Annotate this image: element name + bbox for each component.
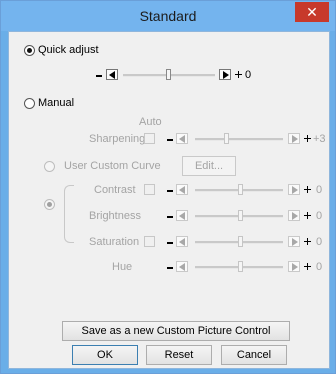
- manual-label: Manual: [38, 97, 75, 109]
- arrow-left-icon: [109, 71, 115, 79]
- arrow-right-icon: [292, 135, 298, 143]
- hue-increase-button[interactable]: [288, 261, 300, 272]
- contrast-decrease-button[interactable]: [176, 184, 188, 195]
- saturation-minus-icon: [167, 242, 173, 244]
- contrast-plus-icon: [304, 186, 311, 193]
- saturation-auto-checkbox[interactable]: [144, 236, 155, 247]
- contrast-minus-icon: [167, 190, 173, 192]
- saturation-label: Saturation: [89, 236, 140, 248]
- reset-button[interactable]: Reset: [146, 345, 212, 365]
- sharpening-decrease-button[interactable]: [176, 133, 188, 144]
- dialog-title: Standard: [139, 8, 197, 24]
- contrast-increase-button[interactable]: [288, 184, 300, 195]
- arrow-right-icon: [292, 186, 298, 194]
- hue-decrease-button[interactable]: [176, 261, 188, 272]
- contrast-auto-checkbox[interactable]: [144, 184, 155, 195]
- parameter-group-brace: [64, 185, 74, 243]
- quick-adjust-label: Quick adjust: [38, 44, 99, 56]
- user-custom-curve-label: User Custom Curve: [64, 160, 161, 172]
- arrow-left-icon: [179, 212, 185, 220]
- brightness-label: Brightness: [89, 210, 141, 222]
- contrast-label: Contrast: [94, 184, 136, 196]
- hue-slider-thumb[interactable]: [238, 261, 243, 272]
- saturation-value: 0: [316, 236, 323, 248]
- quick-adjust-slider-thumb[interactable]: [166, 69, 171, 80]
- brightness-increase-button[interactable]: [288, 210, 300, 221]
- quick-adjust-increase-button[interactable]: [219, 69, 231, 80]
- parameters-radio[interactable]: [44, 199, 55, 210]
- quick-adjust-decrease-button[interactable]: [106, 69, 118, 80]
- sharpening-label: Sharpening: [89, 133, 146, 145]
- manual-radio[interactable]: [24, 98, 35, 109]
- arrow-right-icon: [292, 238, 298, 246]
- sharpening-slider-thumb[interactable]: [224, 133, 229, 144]
- saturation-slider-thumb[interactable]: [238, 236, 243, 247]
- quick-adjust-value: 0: [245, 69, 252, 81]
- dialog-window: Standard ✕ Quick adjust 0 Manual Auto Sh…: [0, 0, 336, 374]
- sharpening-increase-button[interactable]: [288, 133, 300, 144]
- saturation-decrease-button[interactable]: [176, 236, 188, 247]
- save-as-custom-picture-control-button[interactable]: Save as a new Custom Picture Control: [62, 321, 290, 341]
- brightness-minus-icon: [167, 216, 173, 218]
- quick-adjust-minus-icon: [96, 75, 102, 77]
- sharpening-value: +3: [313, 133, 326, 145]
- quick-adjust-radio[interactable]: [24, 45, 35, 56]
- hue-minus-icon: [167, 267, 173, 269]
- brightness-slider-thumb[interactable]: [238, 210, 243, 221]
- edit-curve-button[interactable]: Edit...: [182, 156, 236, 176]
- arrow-left-icon: [179, 238, 185, 246]
- title-bar[interactable]: Standard ✕: [1, 1, 335, 31]
- saturation-increase-button[interactable]: [288, 236, 300, 247]
- dialog-content: Quick adjust 0 Manual Auto Sharpening +3…: [8, 31, 330, 369]
- hue-value: 0: [316, 261, 323, 273]
- brightness-plus-icon: [304, 212, 311, 219]
- arrow-right-icon: [223, 71, 229, 79]
- sharpening-auto-checkbox[interactable]: [144, 133, 155, 144]
- arrow-left-icon: [179, 186, 185, 194]
- contrast-value: 0: [316, 184, 323, 196]
- arrow-left-icon: [179, 263, 185, 271]
- arrow-right-icon: [292, 212, 298, 220]
- close-button[interactable]: ✕: [295, 2, 329, 22]
- sharpening-plus-icon: [304, 135, 311, 142]
- sharpening-minus-icon: [167, 139, 173, 141]
- arrow-left-icon: [179, 135, 185, 143]
- ok-button[interactable]: OK: [72, 345, 138, 365]
- contrast-slider-thumb[interactable]: [238, 184, 243, 195]
- sharpening-slider-track[interactable]: [195, 138, 283, 141]
- quick-adjust-plus-icon: [235, 71, 242, 78]
- auto-column-label: Auto: [139, 116, 162, 128]
- saturation-plus-icon: [304, 238, 311, 245]
- cancel-button[interactable]: Cancel: [221, 345, 287, 365]
- hue-plus-icon: [304, 263, 311, 270]
- arrow-right-icon: [292, 263, 298, 271]
- hue-label: Hue: [112, 261, 133, 273]
- brightness-value: 0: [316, 210, 323, 222]
- brightness-decrease-button[interactable]: [176, 210, 188, 221]
- user-custom-curve-radio[interactable]: [44, 161, 55, 172]
